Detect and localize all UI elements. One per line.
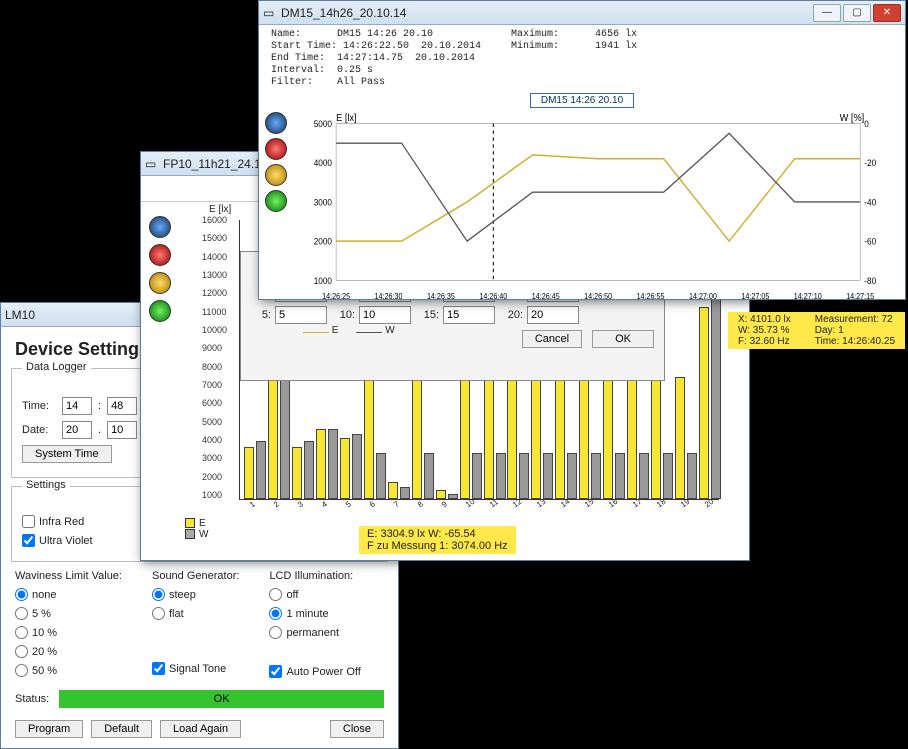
- dm15-meta-left: Name: DM15 14:26 20.10 Start Time: 14:26…: [271, 29, 481, 89]
- waviness-label: Waviness Limit Value:: [15, 570, 122, 582]
- doc-icon: ▭: [263, 6, 277, 20]
- close-button[interactable]: Close: [330, 720, 384, 738]
- dm15-meta: Name: DM15 14:26 20.10 Start Time: 14:26…: [259, 25, 905, 91]
- dm15-legend-w: W: [385, 325, 394, 336]
- lcd-1min[interactable]: 1 minute: [269, 607, 360, 620]
- svg-text:4000: 4000: [314, 158, 332, 169]
- loadagain-button[interactable]: Load Again: [160, 720, 241, 738]
- tool-orb-amber[interactable]: [149, 272, 171, 294]
- fp10-ylabel: E [lx]: [209, 204, 231, 215]
- svg-text:-20: -20: [864, 158, 876, 169]
- tool-orb-blue[interactable]: [149, 216, 171, 238]
- status-bar: OK: [59, 690, 384, 708]
- sound-label: Sound Generator:: [152, 570, 239, 582]
- dm15-side-tools: [259, 110, 293, 310]
- time-label: Time:: [22, 400, 56, 412]
- svg-text:3000: 3000: [314, 197, 332, 208]
- svg-text:14:26:55: 14:26:55: [637, 291, 665, 301]
- svg-text:14:27:05: 14:27:05: [741, 291, 769, 301]
- svg-text:E [lx]: E [lx]: [336, 113, 357, 125]
- sound-column: Sound Generator: steep flat Signal Tone: [152, 570, 239, 678]
- lcd-perm[interactable]: permanent: [269, 626, 360, 639]
- close-window-button[interactable]: ✕: [873, 4, 901, 22]
- fp10-info: E: 3304.9 lx W: -65.54 F zu Messung 1: 3…: [359, 526, 516, 554]
- svg-text:14:26:45: 14:26:45: [532, 291, 560, 301]
- lm10-title: LM10: [5, 308, 35, 322]
- svg-text:5000: 5000: [314, 119, 332, 130]
- maximize-button[interactable]: ▢: [843, 4, 871, 22]
- sound-steep[interactable]: steep: [152, 588, 239, 601]
- svg-text:-80: -80: [864, 275, 876, 286]
- waviness-50[interactable]: 50 %: [15, 664, 122, 677]
- lcd-label: LCD Illumination:: [269, 570, 360, 582]
- tool-orb-red[interactable]: [265, 138, 287, 160]
- dm15-badge: DM15 14:26 20.10: [530, 93, 634, 108]
- svg-text:14:26:50: 14:26:50: [584, 291, 612, 301]
- waviness-none[interactable]: none: [15, 588, 122, 601]
- svg-text:W [%]: W [%]: [840, 113, 865, 125]
- date-day-input[interactable]: [62, 421, 92, 439]
- infrared-checkbox[interactable]: Infra Red: [22, 515, 84, 528]
- tool-orb-green[interactable]: [265, 190, 287, 212]
- lcd-off[interactable]: off: [269, 588, 360, 601]
- svg-text:14:27:15: 14:27:15: [846, 291, 874, 301]
- tool-orb-amber[interactable]: [265, 164, 287, 186]
- svg-text:14:26:40: 14:26:40: [479, 291, 507, 301]
- system-time-button[interactable]: System Time: [22, 445, 112, 463]
- settings-legend: Settings: [22, 479, 70, 491]
- date-mon-input[interactable]: [107, 421, 137, 439]
- data-logger-legend: Data Logger: [22, 361, 91, 373]
- svg-text:14:26:25: 14:26:25: [322, 291, 350, 301]
- minimize-button[interactable]: —: [813, 4, 841, 22]
- ultraviolet-checkbox[interactable]: Ultra Violet: [22, 534, 93, 547]
- svg-text:-60: -60: [864, 236, 876, 247]
- svg-text:14:26:35: 14:26:35: [427, 291, 455, 301]
- auto-poweroff-checkbox[interactable]: Auto Power Off: [269, 665, 360, 678]
- svg-text:0: 0: [864, 119, 869, 130]
- date-label: Date:: [22, 424, 56, 436]
- waviness-5[interactable]: 5 %: [15, 607, 122, 620]
- program-button[interactable]: Program: [15, 720, 83, 738]
- svg-text:1000: 1000: [314, 275, 332, 286]
- dm15-title: DM15_14h26_20.10.14: [281, 6, 406, 20]
- time-hour-input[interactable]: [62, 397, 92, 415]
- svg-text:14:26:30: 14:26:30: [375, 291, 403, 301]
- doc-icon: ▭: [145, 157, 159, 171]
- dm15-meta-right: Maximum: 4656 lx Minimum: 1941 lx: [511, 29, 637, 53]
- fp10-legend-w: W: [199, 529, 208, 540]
- svg-text:14:27:10: 14:27:10: [794, 291, 822, 301]
- dm15-info: X: 4101.0 lx W: 35.73 % F: 32.60 Hz Meas…: [728, 312, 905, 349]
- dm15-legend-e: E: [332, 325, 339, 336]
- fp10-side-tools: [141, 202, 179, 560]
- fp10-legend-e: E: [199, 518, 206, 529]
- sound-flat[interactable]: flat: [152, 607, 239, 620]
- svg-text:2000: 2000: [314, 236, 332, 247]
- default-button[interactable]: Default: [91, 720, 152, 738]
- svg-text:14:27:00: 14:27:00: [689, 291, 717, 301]
- dm15-plot: 1000 2000 3000 4000 5000 -80 -60 -40 -20 0 E [lx] W…: [295, 112, 891, 308]
- dm15-titlebar[interactable]: ▭ DM15_14h26_20.10.14 — ▢ ✕: [259, 1, 905, 25]
- status-label: Status:: [15, 693, 49, 705]
- waviness-column: Waviness Limit Value: none 5 % 10 % 20 %…: [15, 570, 122, 678]
- waviness-20[interactable]: 20 %: [15, 645, 122, 658]
- time-min-input[interactable]: [107, 397, 137, 415]
- svg-text:-40: -40: [864, 197, 876, 208]
- tool-orb-red[interactable]: [149, 244, 171, 266]
- lcd-column: LCD Illumination: off 1 minute permanent…: [269, 570, 360, 678]
- dm15-window: ▭ DM15_14h26_20.10.14 — ▢ ✕ Name: DM15 1…: [258, 0, 906, 300]
- signal-tone-checkbox[interactable]: Signal Tone: [152, 662, 239, 675]
- tool-orb-green[interactable]: [149, 300, 171, 322]
- tool-orb-blue[interactable]: [265, 112, 287, 134]
- waviness-10[interactable]: 10 %: [15, 626, 122, 639]
